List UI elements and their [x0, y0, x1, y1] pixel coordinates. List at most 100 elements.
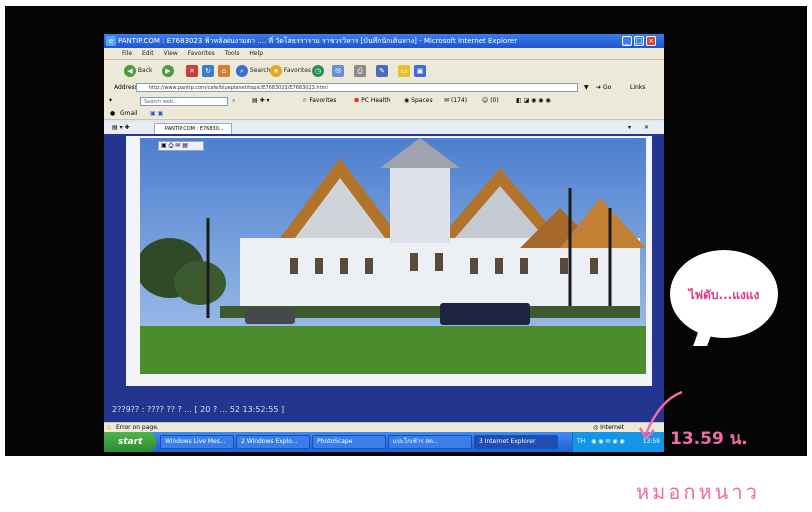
ie-status-bar: ⚠ Error on page. ◎ Internet [104, 422, 664, 432]
taskbar-windows-explorer[interactable]: 2 Windows Explo... [236, 435, 310, 449]
refresh-button[interactable]: ↻ [202, 64, 214, 78]
dropdown-arrow-icon[interactable]: ▼ [584, 81, 589, 94]
shield-icon: ⬟ [354, 97, 360, 104]
search-go-icon[interactable]: ⌕ [232, 94, 235, 108]
tab-list-icon[interactable]: ▾ [628, 122, 631, 134]
minimize-icon[interactable]: _ [622, 36, 632, 46]
stop-icon: ✕ [186, 64, 198, 77]
spaces-button[interactable]: ◉ Spaces [404, 94, 433, 108]
history-icon: ◷ [312, 64, 324, 77]
temple-photo[interactable] [140, 138, 646, 374]
menu-tools[interactable]: Tools [225, 50, 240, 57]
address-input[interactable]: http://www.pantip.com/cafe/blueplanet/to… [136, 83, 578, 92]
menu-view[interactable]: View [164, 50, 178, 57]
links-label[interactable]: Links [630, 81, 645, 94]
im-count-button[interactable]: ☺ (0) [482, 94, 499, 108]
search-button[interactable]: ⌕ Search [236, 64, 271, 78]
spaces-icon: ◉ [404, 97, 410, 104]
mail-button[interactable]: ✉ [332, 64, 344, 78]
mail-count: (174) [450, 97, 468, 104]
tab-controls-icons[interactable]: ▤ ▾ ✚ [112, 122, 130, 134]
address-bar: Address http://www.pantip.com/cafe/bluep… [104, 81, 664, 94]
photo-panel: ▣ ⎙ ✉ ▤ [126, 136, 652, 386]
go-label: Go [602, 84, 612, 91]
address-label: Address [114, 84, 138, 91]
spaces-label: Spaces [411, 97, 433, 104]
page-content: ▣ ⎙ ✉ ▤ 2??9?? : ???? ?? ? ... [ 20 ? ..… [104, 134, 664, 424]
mail-count-button[interactable]: ✉ (174) [444, 94, 467, 108]
status-left[interactable]: Error on page. [116, 424, 159, 431]
extra-toolbar-icons[interactable]: ◧ ◪ ◉ ◉ ◉ [516, 94, 551, 108]
tab-pantip[interactable]: PANTIP.COM : E76830... [154, 123, 232, 134]
menu-file[interactable]: File [122, 50, 132, 57]
print-button[interactable]: ⎙ [354, 64, 366, 78]
menu-help[interactable]: Help [249, 50, 263, 57]
favorites-toolbar-label: Favorites [309, 97, 337, 104]
stop-button[interactable]: ✕ [186, 64, 198, 78]
live-search-toolbar: ✦ Search web... ⌕ ▤ ✚ ▾ ☆ Favorites ⬟ PC… [104, 94, 664, 108]
star-icon: ★ [270, 64, 282, 77]
toolbar-icons[interactable]: ▤ ✚ ▾ [252, 94, 270, 108]
menu-edit[interactable]: Edit [142, 50, 154, 57]
time-caption: 13.59 น. [670, 429, 748, 449]
forward-button[interactable]: ▶ [162, 64, 174, 78]
mail-icon: ✉ [332, 64, 344, 77]
signature: หมอกหนาว [636, 480, 760, 504]
pchealth-button[interactable]: ⬟ PC Health [354, 94, 391, 108]
image-toolbar[interactable]: ▣ ⎙ ✉ ▤ [158, 141, 204, 151]
mail-icon: ✉ [444, 97, 450, 104]
research-button[interactable]: ▣ [414, 64, 426, 78]
go-button[interactable]: ➜ Go [596, 81, 611, 94]
post-footer: 2??9?? : ???? ?? ? ... [ 20 ? ... 52 13:… [104, 402, 664, 418]
taskbar-windows-live[interactable]: Windows Live Mes... [160, 435, 234, 449]
folder-icon: ▭ [398, 64, 410, 77]
edit-button[interactable]: ✎ [376, 64, 388, 78]
taskbar-photoscape[interactable]: PhotoScape [312, 435, 386, 449]
edit-icon: ✎ [376, 64, 388, 77]
favorites-label: Favorites [283, 67, 312, 74]
language-indicator[interactable]: TH [577, 438, 585, 445]
go-arrow-icon: ➜ [596, 84, 602, 91]
refresh-icon: ↻ [202, 64, 214, 77]
back-label: Back [137, 67, 153, 74]
history-button[interactable]: ◷ [312, 64, 324, 78]
print-icon: ⎙ [354, 64, 366, 77]
globe-icon: ◎ [593, 424, 599, 431]
ie-logo-icon: e [106, 36, 116, 46]
links-item-gmail[interactable]: Gmail [120, 110, 138, 117]
tab-bar: ▤ ▾ ✚ PANTIP.COM : E76830... ▾ ✕ [104, 122, 664, 134]
zone-label: Internet [600, 424, 624, 431]
close-icon[interactable]: × [646, 36, 656, 46]
gmail-icon: ● [110, 110, 116, 117]
window-titlebar[interactable]: e PANTIP.COM : E7683023 ฟ้าหลังฝนงามตา .… [104, 34, 664, 48]
windows-live-logo-icon: ✦ [108, 97, 114, 104]
forward-arrow-icon: ▶ [162, 64, 174, 77]
messenger-button[interactable]: ▭ [398, 64, 410, 78]
taskbar-internet-explorer[interactable]: 3 Internet Explorer [474, 435, 558, 449]
image-toolbar-icons[interactable]: ▣ ⎙ ✉ ▤ [161, 142, 188, 149]
monitor-screen: e PANTIP.COM : E7683023 ฟ้าหลังฝนงามตา .… [104, 34, 664, 452]
menu-favorites[interactable]: Favorites [188, 50, 215, 57]
links-extra-icons[interactable]: ▣ ▣ [150, 108, 163, 120]
favorites-toolbar-button[interactable]: ☆ Favorites [302, 94, 336, 108]
search-web-input[interactable]: Search web... [140, 97, 228, 106]
start-label: start [118, 437, 143, 447]
home-button[interactable]: ⌂ [218, 64, 230, 78]
window-title: PANTIP.COM : E7683023 ฟ้าหลังฝนงามตา ...… [118, 37, 518, 45]
back-button[interactable]: ◀ Back [124, 64, 153, 78]
research-icon: ▣ [414, 64, 426, 77]
taskbar-thai-window[interactable]: แปะโกเช้าร สด... [388, 435, 472, 449]
im-count: (0) [490, 97, 499, 104]
tray-icons[interactable]: ◉ ◉ ✉ ◉ ◉ [591, 438, 625, 445]
photo-frame: e PANTIP.COM : E7683023 ฟ้าหลังฝนงามตา .… [0, 0, 812, 512]
star-icon: ☆ [302, 97, 308, 104]
pchealth-label: PC Health [361, 97, 391, 104]
maximize-icon[interactable]: □ [634, 36, 644, 46]
search-label: Search [249, 67, 271, 74]
standard-toolbar: ◀ Back ▶ ✕ ↻ ⌂ ⌕ Search ★ Favorites ◷ ✉ … [104, 59, 664, 81]
back-arrow-icon: ◀ [124, 64, 136, 77]
start-button[interactable]: start [104, 432, 156, 452]
favorites-button[interactable]: ★ Favorites [270, 64, 311, 78]
taskbar: start Windows Live Mes... 2 Windows Expl… [104, 432, 664, 452]
tab-close-icon[interactable]: ✕ [644, 122, 649, 134]
